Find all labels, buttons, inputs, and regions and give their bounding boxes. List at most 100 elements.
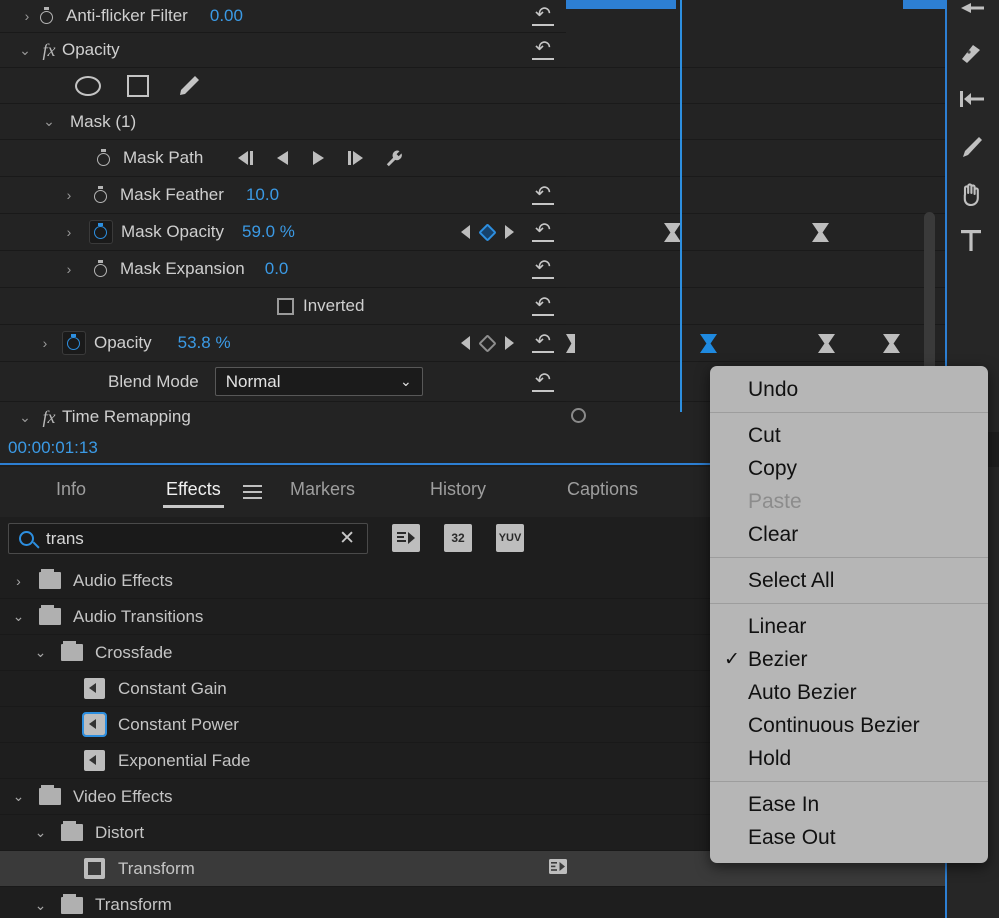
type-tool-icon[interactable] [959,228,983,257]
time-remapping-marker-icon[interactable] [571,408,586,423]
create-rectangle-mask-icon[interactable] [127,74,149,97]
param-value[interactable]: 53.8 % [178,333,231,353]
32-bit-color-filter-badge[interactable]: 32 [444,524,472,552]
track-forward-one-frame-icon[interactable] [345,150,366,166]
previous-keyframe-icon[interactable] [461,336,470,350]
expand-chevron-icon[interactable]: › [58,187,80,203]
param-row-mask-feather[interactable]: › Mask Feather 10.0 ↶ [0,177,566,214]
menu-item-undo[interactable]: Undo [710,373,988,406]
reset-icon[interactable]: ↶ [532,371,554,392]
menu-item-copy[interactable]: Copy [710,452,988,485]
stopwatch-icon-enabled[interactable] [89,220,113,244]
timeline-row[interactable] [566,33,945,68]
stopwatch-icon[interactable] [95,148,114,168]
hand-tool-icon[interactable] [959,182,985,213]
reset-icon[interactable]: ↶ [532,258,554,279]
ripple-edit-tool-icon[interactable] [959,88,985,115]
timeline-row[interactable] [566,251,945,288]
accelerated-effects-filter-icon[interactable] [392,524,420,552]
expand-chevron-icon[interactable]: › [16,8,38,24]
collapse-chevron-icon[interactable]: ⌄ [14,42,36,59]
track-forward-icon[interactable] [310,150,326,166]
keyframe-marker[interactable] [812,223,829,242]
param-row-mask-path[interactable]: Mask Path [0,140,566,177]
timeline-row[interactable] [566,177,945,214]
next-keyframe-icon[interactable] [505,225,514,239]
razor-tool-icon[interactable] [959,42,985,73]
stopwatch-icon[interactable] [92,185,111,205]
inverted-checkbox[interactable] [277,297,294,315]
playhead[interactable] [680,0,682,412]
track-backward-icon[interactable] [275,150,291,166]
collapse-chevron-icon[interactable]: ⌄ [10,608,27,625]
collapse-chevron-icon[interactable]: ⌄ [38,113,60,130]
reset-icon[interactable]: ↶ [532,332,554,353]
panel-menu-icon[interactable] [243,485,262,503]
mask-group-row[interactable]: ⌄ Mask (1) [0,104,566,140]
selection-tool-icon[interactable] [959,2,985,29]
add-remove-keyframe-icon[interactable] [478,333,497,353]
stopwatch-icon[interactable] [38,6,57,26]
timeline-row[interactable] [566,68,945,104]
pen-tool-icon[interactable] [959,134,985,165]
collapse-chevron-icon[interactable]: ⌄ [32,897,49,914]
effects-search-field[interactable]: trans ✕ [8,523,368,554]
expand-chevron-icon[interactable]: › [58,224,80,240]
menu-item-ease-out[interactable]: Ease Out [710,821,988,854]
expand-chevron-icon[interactable]: › [58,261,80,277]
tree-item-transform-folder[interactable]: ⌄ Transform [0,887,945,918]
keyframe-context-menu[interactable]: Undo Cut Copy Paste Clear Select All Lin… [710,366,988,863]
expand-chevron-icon[interactable]: › [10,573,27,589]
keyframe-marker[interactable] [664,223,681,242]
reset-icon[interactable]: ↶ [532,39,554,60]
tab-history[interactable]: History [430,479,486,500]
param-row-opacity[interactable]: › Opacity 53.8 % ↶ [0,325,566,362]
effect-group-time-remapping[interactable]: ⌄ fx Time Remapping [0,402,566,432]
menu-item-cut[interactable]: Cut [710,419,988,452]
menu-item-ease-in[interactable]: Ease In [710,788,988,821]
menu-item-continuous-bezier[interactable]: Continuous Bezier [710,709,988,742]
stopwatch-icon[interactable] [92,259,111,279]
previous-keyframe-icon[interactable] [461,225,470,239]
param-value[interactable]: 0.00 [210,6,243,26]
current-timecode[interactable]: 00:00:01:13 [8,438,98,458]
reset-icon[interactable]: ↶ [532,184,554,205]
param-row-blend-mode[interactable]: Blend Mode Normal ⌄ ↶ [0,362,566,402]
param-value[interactable]: 59.0 % [242,222,295,242]
param-row-anti-flicker-filter[interactable]: › Anti-flicker Filter 0.00 ↶ [0,0,566,33]
timeline-row[interactable] [566,288,945,325]
tab-info[interactable]: Info [56,479,86,500]
keyframe-marker-selected[interactable] [700,334,717,353]
next-keyframe-icon[interactable] [505,336,514,350]
timeline-row[interactable] [566,104,945,140]
yuv-filter-badge[interactable]: YUV [496,524,524,552]
menu-item-select-all[interactable]: Select All [710,564,988,597]
tab-captions[interactable]: Captions [567,479,638,500]
clear-search-icon[interactable]: ✕ [339,529,355,548]
param-value[interactable]: 0.0 [265,259,289,279]
menu-item-hold[interactable]: Hold [710,742,988,775]
menu-item-bezier[interactable]: ✓ Bezier [710,643,988,676]
timeline-row-opacity[interactable] [566,325,945,362]
reset-icon[interactable]: ↶ [532,5,554,26]
collapse-chevron-icon[interactable]: ⌄ [10,788,27,805]
effect-group-opacity[interactable]: ⌄ fx Opacity ↶ [0,33,566,68]
expand-chevron-icon[interactable]: › [34,335,56,351]
search-input-value[interactable]: trans [46,529,339,549]
keyframe-marker[interactable] [566,334,575,353]
track-backward-one-frame-icon[interactable] [235,150,256,166]
free-draw-bezier-pen-icon[interactable] [175,74,201,98]
menu-item-clear[interactable]: Clear [710,518,988,551]
stopwatch-icon-enabled[interactable] [62,331,86,355]
tab-effects[interactable]: Effects [163,479,224,508]
tab-markers[interactable]: Markers [290,479,355,500]
create-ellipse-mask-icon[interactable] [75,75,101,96]
blend-mode-dropdown[interactable]: Normal ⌄ [214,367,423,396]
keyframe-marker[interactable] [818,334,835,353]
add-remove-keyframe-icon[interactable] [478,222,497,242]
param-row-mask-opacity[interactable]: › Mask Opacity 59.0 % ↶ [0,214,566,251]
collapse-chevron-icon[interactable]: ⌄ [32,824,49,841]
keyframe-marker[interactable] [883,334,900,353]
timeline-row[interactable] [566,140,945,177]
collapse-chevron-icon[interactable]: ⌄ [32,644,49,661]
